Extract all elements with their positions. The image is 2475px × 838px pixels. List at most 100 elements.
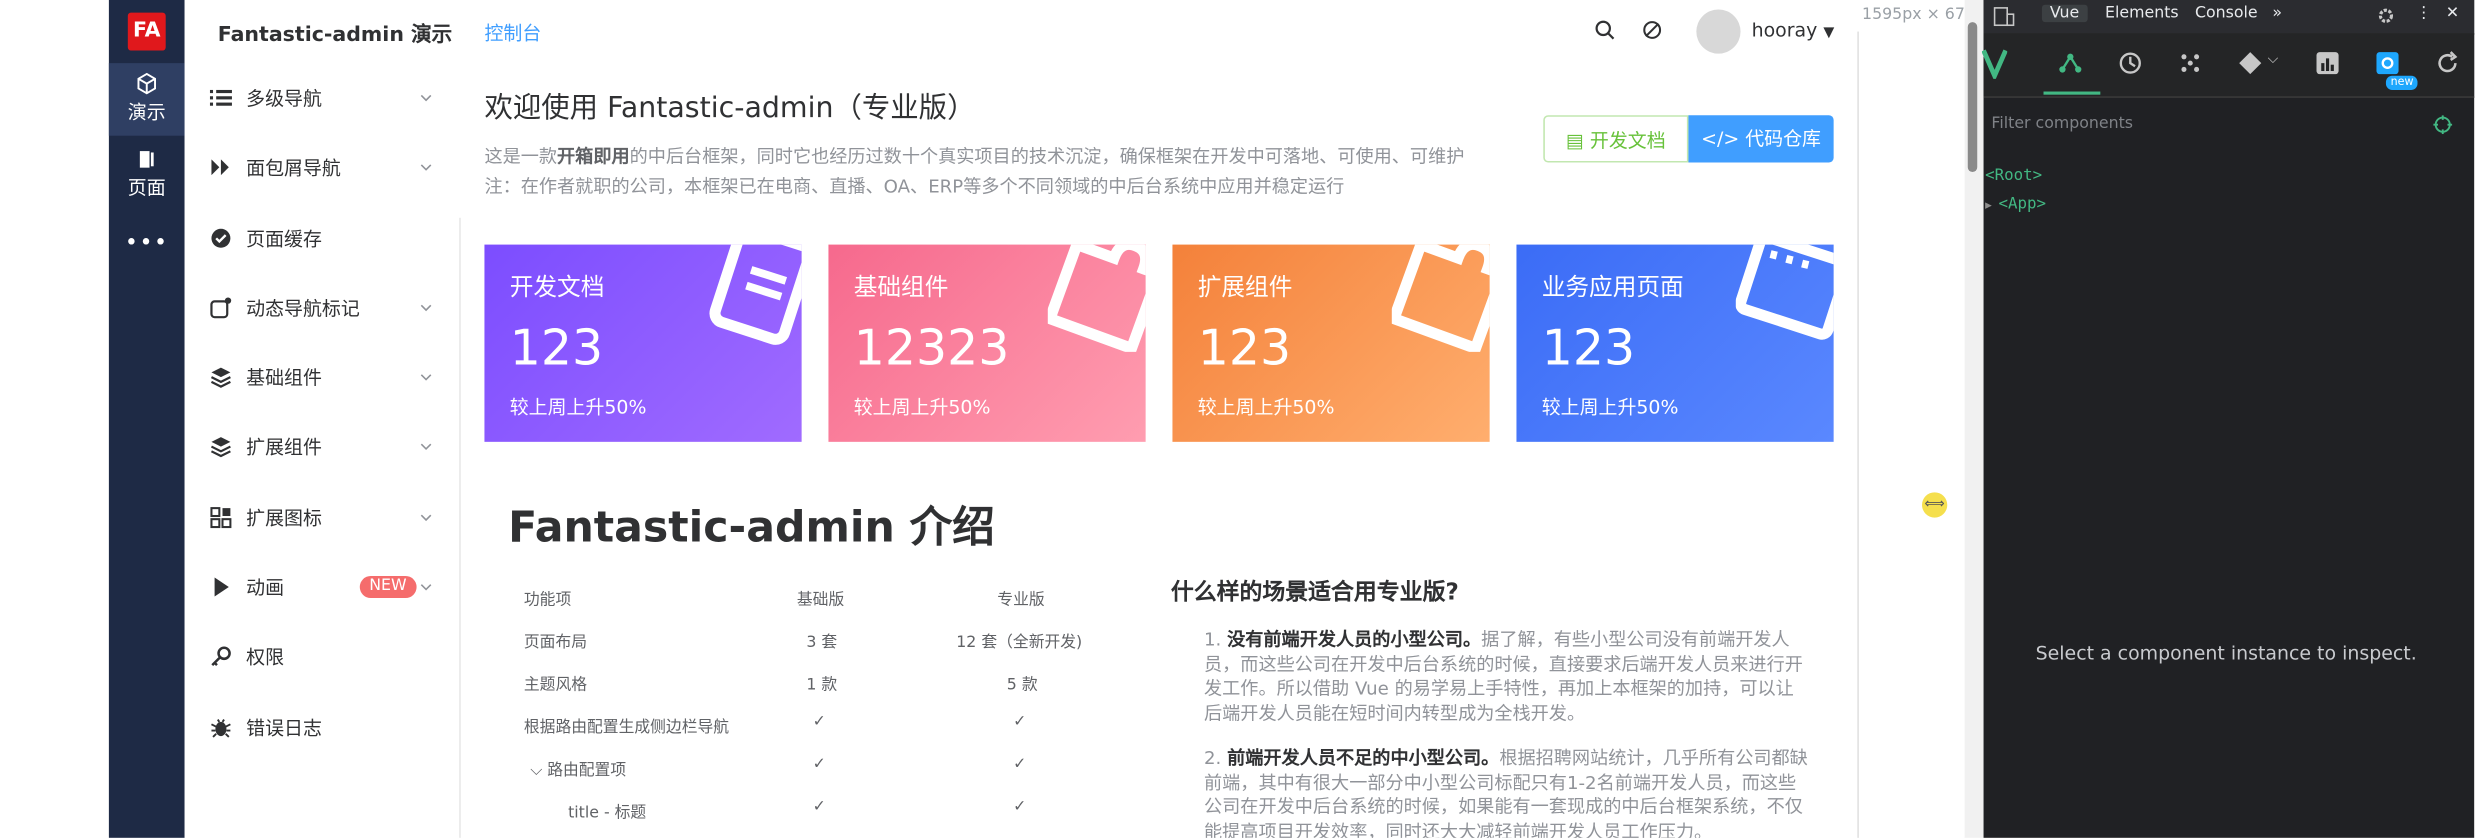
menu-item-basic-components[interactable]: 基础组件 xyxy=(185,342,461,411)
menu-item-label: 动态导航标记 xyxy=(246,297,360,320)
cache-icon xyxy=(211,228,231,248)
rail-item-label: 页面 xyxy=(127,176,166,199)
card-title: 开发文档 xyxy=(509,272,605,302)
scrollbar-thumb[interactable] xyxy=(1967,22,1978,173)
grid-icon xyxy=(210,507,232,529)
page-title: 欢迎使用 Fantastic-admin（专业版） xyxy=(484,91,976,125)
card-title: 基础组件 xyxy=(853,272,949,302)
menu-item-label: 面包屑导航 xyxy=(246,157,341,180)
card-subtext: 较上周上升50% xyxy=(1541,396,1679,419)
menu-item-page-cache[interactable]: 页面缓存 xyxy=(185,204,461,273)
menu-item-animation[interactable]: 动画 NEW xyxy=(185,552,461,621)
chevron-down-icon xyxy=(420,584,432,591)
performance-chart-icon[interactable] xyxy=(2315,50,2340,75)
caret-down-icon: ▼ xyxy=(1823,25,1835,42)
list-item: 1. 没有前端开发人员的小型公司。据了解，有些小型公司没有前端开发人员，而这些公… xyxy=(1204,628,1803,724)
router-diamond-icon[interactable] xyxy=(2238,50,2263,75)
stat-card-extended-components[interactable]: 扩展组件 123 较上周上升50% xyxy=(1172,244,1490,442)
table-header-pro: 专业版 xyxy=(997,591,1045,610)
close-icon[interactable]: ✕ xyxy=(2446,5,2459,22)
kebab-menu-icon[interactable]: ⋮ xyxy=(2416,5,2432,22)
menu-item-breadcrumb-nav[interactable]: 面包屑导航 xyxy=(185,133,461,202)
repo-button[interactable]: </> 代码仓库 xyxy=(1688,115,1834,163)
target-icon[interactable] xyxy=(2433,115,2453,135)
welcome-note: 注：在作者就职的公司，本框架已在电商、直播、OA、ERP等多个不同领域的中后台系… xyxy=(484,175,1345,198)
menu-item-label: 基础组件 xyxy=(246,366,322,389)
devtools-tab-vue[interactable]: Vue xyxy=(2041,4,2088,23)
rail-item-more[interactable]: ••• xyxy=(109,230,185,268)
chevron-down-icon xyxy=(420,374,432,381)
theme-icon[interactable] xyxy=(1641,19,1663,41)
avatar[interactable] xyxy=(1696,9,1741,54)
search-icon[interactable] xyxy=(1594,19,1616,41)
more-tabs-icon[interactable]: » xyxy=(2272,5,2282,22)
tree-node-app[interactable]: ▶ <App> xyxy=(1985,196,2046,213)
menu-item-extended-components[interactable]: 扩展组件 xyxy=(185,412,461,481)
chevron-down-icon: ⌵ xyxy=(530,762,548,780)
rail-item-demo[interactable]: 演示 xyxy=(108,63,185,136)
settings-icon[interactable] xyxy=(2375,50,2400,75)
chevron-down-icon xyxy=(420,443,432,451)
play-icon xyxy=(214,577,229,597)
settings-gear-icon[interactable] xyxy=(2376,6,2395,25)
chevron-down-icon[interactable]: ⌵ xyxy=(2268,52,2279,68)
table-cell: 根据路由配置生成侧边栏导航 xyxy=(523,719,730,737)
timeline-history-icon[interactable] xyxy=(2118,50,2143,75)
menu-item-extended-icons[interactable]: 扩展图标 xyxy=(185,483,461,552)
layers-icon xyxy=(210,367,231,388)
brand-title: Fantastic-admin 演示 xyxy=(217,23,453,48)
refresh-icon[interactable] xyxy=(2435,50,2460,75)
more-dots-icon: ••• xyxy=(124,230,169,256)
rail-item-page[interactable]: 页面 xyxy=(109,139,185,212)
active-tool-indicator xyxy=(2043,91,2101,95)
key-icon xyxy=(211,646,231,667)
docs-button[interactable]: ▤ 开发文档 xyxy=(1543,115,1689,163)
list-item: 2. 前端开发人员不足的中小型公司。根据招聘网站统计，几乎所有公司都缺前端，其中… xyxy=(1204,746,1808,838)
device-toggle-icon[interactable] xyxy=(1993,6,2015,27)
table-cell: 3 套 xyxy=(806,634,838,652)
component-tree-icon[interactable] xyxy=(2058,50,2083,75)
table-cell: 1 款 xyxy=(806,676,838,695)
menu-item-label: 扩展组件 xyxy=(246,436,322,459)
cube-icon xyxy=(137,72,157,95)
table-cell[interactable]: ⌵ 路由配置项 xyxy=(530,756,626,780)
chevron-down-icon xyxy=(420,304,432,312)
filter-components-input[interactable]: Filter components xyxy=(1991,115,2133,132)
card-title: 扩展组件 xyxy=(1197,272,1293,302)
menu-item-permission[interactable]: 权限 xyxy=(185,622,461,691)
section-question: 什么样的场景适合用专业版? xyxy=(1170,580,1459,606)
stat-card-business-pages[interactable]: 业务应用页面 123 较上周上升50% xyxy=(1516,244,1834,442)
menu-item-dynamic-badge[interactable]: 动态导航标记 xyxy=(185,273,461,342)
tree-node-root[interactable]: <Root> xyxy=(1985,167,2042,184)
username[interactable]: hooray ▼ xyxy=(1752,19,1835,41)
document-icon xyxy=(709,244,802,345)
check-icon: ✓ xyxy=(812,798,826,816)
welcome-description: 这是一款开箱即用的中后台框架，同时它也经历过数十个真实项目的技术沉淀，确保框架在… xyxy=(484,145,1465,168)
rail-item-label: 演示 xyxy=(127,100,166,124)
check-icon: ✓ xyxy=(812,755,826,774)
stat-card-docs[interactable]: 开发文档 123 较上周上升50% xyxy=(484,244,802,442)
menu-item-multilevel-nav[interactable]: 多级导航 xyxy=(185,63,461,132)
list-icon xyxy=(209,89,232,106)
code-icon: </> xyxy=(1701,127,1746,150)
breadcrumb[interactable]: 控制台 xyxy=(484,19,541,46)
card-value: 123 xyxy=(509,320,604,378)
devtools-tab-elements[interactable]: Elements xyxy=(2105,5,2179,22)
window-icon xyxy=(1735,244,1834,340)
stat-card-basic-components[interactable]: 基础组件 12323 较上周上升50% xyxy=(828,244,1146,442)
pinia-dots-icon[interactable] xyxy=(2178,50,2203,75)
devtools-tab-console[interactable]: Console xyxy=(2195,5,2258,22)
table-cell: 12 套（全新开发) xyxy=(956,634,1083,652)
card-subtext: 较上周上升50% xyxy=(1197,396,1335,419)
menu-item-error-log[interactable]: 错误日志 xyxy=(185,693,461,762)
intro-title: Fantastic-admin 介绍 xyxy=(508,503,995,553)
menu-item-label: 错误日志 xyxy=(246,717,322,740)
resize-handle-icon[interactable]: ⟺ xyxy=(1922,492,1948,518)
breadcrumb-icon xyxy=(211,159,229,176)
menu-item-label: 动画 xyxy=(246,576,285,599)
caret-right-icon: ▶ xyxy=(1985,198,1999,212)
inspect-message: Select a component instance to inspect. xyxy=(2035,642,2417,665)
app-logo[interactable]: FA xyxy=(127,12,166,51)
card-value: 12323 xyxy=(853,320,1010,378)
check-icon: ✓ xyxy=(1013,755,1027,774)
